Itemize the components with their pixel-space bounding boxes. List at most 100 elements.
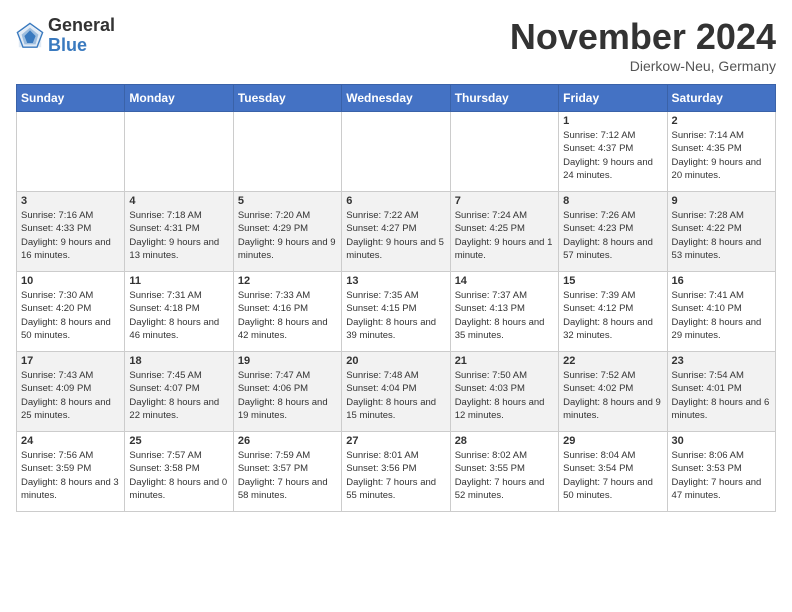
calendar-cell: 10 Sunrise: 7:30 AM Sunset: 4:20 PM Dayli… bbox=[17, 272, 125, 352]
day-info: Sunrise: 7:47 AM Sunset: 4:06 PM Dayligh… bbox=[238, 369, 337, 422]
calendar-body: 1 Sunrise: 7:12 AM Sunset: 4:37 PM Daylig… bbox=[17, 112, 776, 512]
day-number: 30 bbox=[672, 435, 771, 447]
calendar-cell: 30 Sunrise: 8:06 AM Sunset: 3:53 PM Dayli… bbox=[667, 432, 775, 512]
day-info: Sunrise: 7:57 AM Sunset: 3:58 PM Dayligh… bbox=[129, 449, 228, 502]
day-info: Sunrise: 8:06 AM Sunset: 3:53 PM Dayligh… bbox=[672, 449, 771, 502]
calendar-cell: 23 Sunrise: 7:54 AM Sunset: 4:01 PM Dayli… bbox=[667, 352, 775, 432]
calendar-cell: 15 Sunrise: 7:39 AM Sunset: 4:12 PM Dayli… bbox=[559, 272, 667, 352]
header-day-friday: Friday bbox=[559, 85, 667, 112]
calendar-cell: 27 Sunrise: 8:01 AM Sunset: 3:56 PM Dayli… bbox=[342, 432, 450, 512]
day-info: Sunrise: 7:12 AM Sunset: 4:37 PM Dayligh… bbox=[563, 129, 662, 182]
logo-blue: Blue bbox=[48, 36, 115, 56]
location: Dierkow-Neu, Germany bbox=[510, 58, 776, 74]
calendar-cell: 13Sunrise: 7:35 AM Sunset: 4:15 PM Dayli… bbox=[342, 272, 450, 352]
calendar-cell: 12 Sunrise: 7:33 AM Sunset: 4:16 PM Dayli… bbox=[233, 272, 341, 352]
day-info: Sunrise: 7:14 AM Sunset: 4:35 PM Dayligh… bbox=[672, 129, 771, 182]
header-day-tuesday: Tuesday bbox=[233, 85, 341, 112]
day-number: 29 bbox=[563, 435, 662, 447]
week-row-2: 3 Sunrise: 7:16 AM Sunset: 4:33 PM Daylig… bbox=[17, 192, 776, 272]
header-day-monday: Monday bbox=[125, 85, 233, 112]
week-row-1: 1 Sunrise: 7:12 AM Sunset: 4:37 PM Daylig… bbox=[17, 112, 776, 192]
week-row-5: 24Sunrise: 7:56 AM Sunset: 3:59 PM Dayli… bbox=[17, 432, 776, 512]
day-info: Sunrise: 7:43 AM Sunset: 4:09 PM Dayligh… bbox=[21, 369, 120, 422]
title-area: November 2024 Dierkow-Neu, Germany bbox=[510, 16, 776, 74]
calendar-cell: 17 Sunrise: 7:43 AM Sunset: 4:09 PM Dayli… bbox=[17, 352, 125, 432]
logo-icon bbox=[16, 22, 44, 50]
header-day-thursday: Thursday bbox=[450, 85, 558, 112]
day-info: Sunrise: 8:02 AM Sunset: 3:55 PM Dayligh… bbox=[455, 449, 554, 502]
calendar-cell: 21 Sunrise: 7:50 AM Sunset: 4:03 PM Dayli… bbox=[450, 352, 558, 432]
day-number: 27 bbox=[346, 435, 445, 447]
calendar-cell: 20 Sunrise: 7:48 AM Sunset: 4:04 PM Dayli… bbox=[342, 352, 450, 432]
day-number: 22 bbox=[563, 355, 662, 367]
calendar-cell: 14Sunrise: 7:37 AM Sunset: 4:13 PM Dayli… bbox=[450, 272, 558, 352]
day-number: 19 bbox=[238, 355, 337, 367]
day-info: Sunrise: 7:31 AM Sunset: 4:18 PM Dayligh… bbox=[129, 289, 228, 342]
day-number: 12 bbox=[238, 275, 337, 287]
day-number: 23 bbox=[672, 355, 771, 367]
week-row-4: 17 Sunrise: 7:43 AM Sunset: 4:09 PM Dayli… bbox=[17, 352, 776, 432]
calendar-cell: 1 Sunrise: 7:12 AM Sunset: 4:37 PM Daylig… bbox=[559, 112, 667, 192]
day-info: Sunrise: 7:54 AM Sunset: 4:01 PM Dayligh… bbox=[672, 369, 771, 422]
day-info: Sunrise: 7:35 AM Sunset: 4:15 PM Dayligh… bbox=[346, 289, 445, 342]
header-day-saturday: Saturday bbox=[667, 85, 775, 112]
calendar-cell bbox=[342, 112, 450, 192]
day-info: Sunrise: 8:01 AM Sunset: 3:56 PM Dayligh… bbox=[346, 449, 445, 502]
calendar-cell: 8 Sunrise: 7:26 AM Sunset: 4:23 PM Daylig… bbox=[559, 192, 667, 272]
calendar-table: SundayMondayTuesdayWednesdayThursdayFrid… bbox=[16, 84, 776, 512]
month-title: November 2024 bbox=[510, 16, 776, 58]
calendar-cell: 19 Sunrise: 7:47 AM Sunset: 4:06 PM Dayli… bbox=[233, 352, 341, 432]
day-info: Sunrise: 7:56 AM Sunset: 3:59 PM Dayligh… bbox=[21, 449, 120, 502]
day-number: 21 bbox=[455, 355, 554, 367]
day-info: Sunrise: 7:50 AM Sunset: 4:03 PM Dayligh… bbox=[455, 369, 554, 422]
calendar-cell: 18 Sunrise: 7:45 AM Sunset: 4:07 PM Dayli… bbox=[125, 352, 233, 432]
calendar-cell: 9Sunrise: 7:28 AM Sunset: 4:22 PM Daylig… bbox=[667, 192, 775, 272]
day-number: 20 bbox=[346, 355, 445, 367]
day-info: Sunrise: 7:45 AM Sunset: 4:07 PM Dayligh… bbox=[129, 369, 228, 422]
calendar-cell: 4 Sunrise: 7:18 AM Sunset: 4:31 PM Daylig… bbox=[125, 192, 233, 272]
day-info: Sunrise: 7:52 AM Sunset: 4:02 PM Dayligh… bbox=[563, 369, 662, 422]
calendar-cell bbox=[17, 112, 125, 192]
day-info: Sunrise: 7:18 AM Sunset: 4:31 PM Dayligh… bbox=[129, 209, 228, 262]
day-number: 3 bbox=[21, 195, 120, 207]
day-number: 11 bbox=[129, 275, 228, 287]
day-number: 10 bbox=[21, 275, 120, 287]
day-info: Sunrise: 7:30 AM Sunset: 4:20 PM Dayligh… bbox=[21, 289, 120, 342]
calendar-header: SundayMondayTuesdayWednesdayThursdayFrid… bbox=[17, 85, 776, 112]
day-number: 28 bbox=[455, 435, 554, 447]
calendar-cell: 22 Sunrise: 7:52 AM Sunset: 4:02 PM Dayli… bbox=[559, 352, 667, 432]
day-info: Sunrise: 7:37 AM Sunset: 4:13 PM Dayligh… bbox=[455, 289, 554, 342]
calendar-cell bbox=[125, 112, 233, 192]
day-info: Sunrise: 7:24 AM Sunset: 4:25 PM Dayligh… bbox=[455, 209, 554, 262]
day-info: Sunrise: 7:20 AM Sunset: 4:29 PM Dayligh… bbox=[238, 209, 337, 262]
header: General Blue November 2024 Dierkow-Neu, … bbox=[16, 16, 776, 74]
logo-general: General bbox=[48, 16, 115, 36]
day-number: 7 bbox=[455, 195, 554, 207]
day-number: 25 bbox=[129, 435, 228, 447]
header-row: SundayMondayTuesdayWednesdayThursdayFrid… bbox=[17, 85, 776, 112]
day-number: 17 bbox=[21, 355, 120, 367]
calendar-cell: 26Sunrise: 7:59 AM Sunset: 3:57 PM Dayli… bbox=[233, 432, 341, 512]
day-number: 8 bbox=[563, 195, 662, 207]
day-number: 26 bbox=[238, 435, 337, 447]
calendar-cell: 29 Sunrise: 8:04 AM Sunset: 3:54 PM Dayli… bbox=[559, 432, 667, 512]
day-info: Sunrise: 7:33 AM Sunset: 4:16 PM Dayligh… bbox=[238, 289, 337, 342]
calendar-cell: 24Sunrise: 7:56 AM Sunset: 3:59 PM Dayli… bbox=[17, 432, 125, 512]
day-info: Sunrise: 7:22 AM Sunset: 4:27 PM Dayligh… bbox=[346, 209, 445, 262]
day-number: 15 bbox=[563, 275, 662, 287]
day-number: 1 bbox=[563, 115, 662, 127]
day-number: 2 bbox=[672, 115, 771, 127]
calendar-cell: 2 Sunrise: 7:14 AM Sunset: 4:35 PM Daylig… bbox=[667, 112, 775, 192]
day-info: Sunrise: 7:28 AM Sunset: 4:22 PM Dayligh… bbox=[672, 209, 771, 262]
calendar-cell: 5Sunrise: 7:20 AM Sunset: 4:29 PM Daylig… bbox=[233, 192, 341, 272]
calendar-cell: 16Sunrise: 7:41 AM Sunset: 4:10 PM Dayli… bbox=[667, 272, 775, 352]
day-number: 4 bbox=[129, 195, 228, 207]
header-day-wednesday: Wednesday bbox=[342, 85, 450, 112]
day-info: Sunrise: 7:39 AM Sunset: 4:12 PM Dayligh… bbox=[563, 289, 662, 342]
calendar-cell: 3 Sunrise: 7:16 AM Sunset: 4:33 PM Daylig… bbox=[17, 192, 125, 272]
day-number: 18 bbox=[129, 355, 228, 367]
day-info: Sunrise: 8:04 AM Sunset: 3:54 PM Dayligh… bbox=[563, 449, 662, 502]
day-info: Sunrise: 7:26 AM Sunset: 4:23 PM Dayligh… bbox=[563, 209, 662, 262]
day-info: Sunrise: 7:16 AM Sunset: 4:33 PM Dayligh… bbox=[21, 209, 120, 262]
day-info: Sunrise: 7:48 AM Sunset: 4:04 PM Dayligh… bbox=[346, 369, 445, 422]
